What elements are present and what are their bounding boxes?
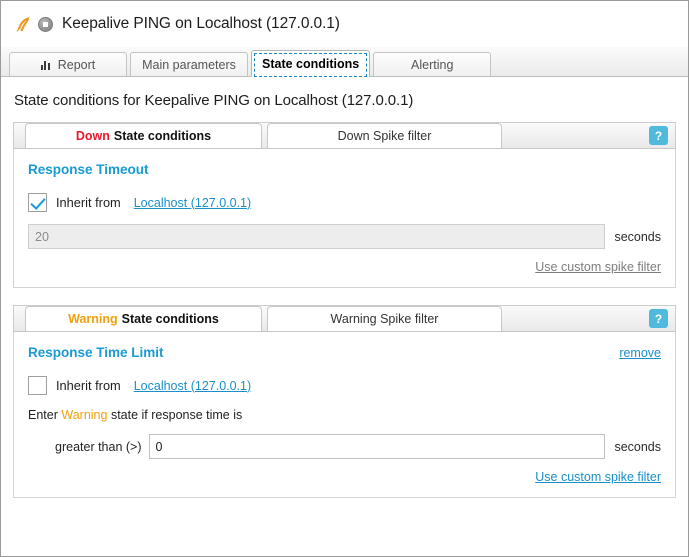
tab-state-conditions[interactable]: State conditions	[251, 50, 371, 77]
warning-inherit-row: Inherit from Localhost (127.0.0.1)	[28, 376, 661, 395]
subtab-down-spike-filter-label: Down Spike filter	[337, 129, 432, 143]
subtab-down-spike-filter[interactable]: Down Spike filter	[267, 123, 502, 148]
warning-condition-suffix: state if response time is	[110, 408, 243, 422]
warning-state-section: Warning State conditions Warning Spike f…	[13, 305, 676, 498]
warning-threshold-input[interactable]	[148, 434, 606, 459]
window-titlebar: Keepalive PING on Localhost (127.0.0.1)	[1, 1, 688, 47]
down-use-custom-spike-filter-link[interactable]: Use custom spike filter	[535, 260, 661, 274]
subtab-warning-spike-filter-label: Warning Spike filter	[330, 312, 439, 326]
down-panel-header: Response Timeout	[28, 162, 661, 177]
warning-condition-sentence: Enter Warning state if response time is	[28, 408, 661, 422]
help-button-warning[interactable]: ?	[649, 309, 668, 328]
warning-inherit-checkbox[interactable]	[28, 376, 47, 395]
application-window: Keepalive PING on Localhost (127.0.0.1) …	[0, 0, 689, 557]
tab-alerting[interactable]: Alerting	[373, 52, 492, 76]
warning-threshold-row: greater than (>) seconds	[28, 434, 661, 459]
subtab-warning-spike-filter[interactable]: Warning Spike filter	[267, 306, 502, 331]
tab-alerting-label: Alerting	[411, 57, 454, 72]
warning-spike-link-row: Use custom spike filter	[28, 468, 661, 486]
subtab-down-state-word: Down	[75, 129, 110, 143]
down-spike-link-row: Use custom spike filter	[28, 258, 661, 276]
tab-report-label: Report	[57, 57, 96, 72]
warning-condition-prefix: Enter	[28, 408, 58, 422]
down-panel-title: Response Timeout	[28, 162, 149, 177]
subtab-warning-state-word: Warning	[68, 312, 118, 326]
down-inherit-label: Inherit from	[56, 195, 121, 210]
warning-inherit-source-link[interactable]: Localhost (127.0.0.1)	[134, 379, 251, 393]
window-title: Keepalive PING on Localhost (127.0.0.1)	[62, 15, 340, 32]
down-state-section: Down State conditions Down Spike filter …	[13, 122, 676, 288]
tab-report[interactable]: Report	[9, 52, 127, 76]
subtab-down-state-conditions[interactable]: Down State conditions	[25, 123, 262, 149]
warning-threshold-unit: seconds	[614, 439, 661, 454]
down-subtabbar: Down State conditions Down Spike filter …	[13, 122, 676, 149]
down-timeout-unit: seconds	[614, 229, 661, 244]
warning-subtabbar: Warning State conditions Warning Spike f…	[13, 305, 676, 332]
down-timeout-row: seconds	[28, 224, 661, 249]
page-title: State conditions for Keepalive PING on L…	[14, 92, 414, 109]
bar-chart-icon	[40, 60, 52, 70]
stopped-circle-icon	[38, 16, 53, 32]
warning-threshold-operator-label: greater than (>)	[55, 439, 142, 454]
subtab-warning-state-conditions[interactable]: Warning State conditions	[25, 306, 262, 332]
warning-panel-header: Response Time Limit remove	[28, 345, 661, 360]
warning-remove-link[interactable]: remove	[619, 346, 661, 360]
tab-main-parameters[interactable]: Main parameters	[130, 52, 248, 76]
down-inherit-checkbox[interactable]	[28, 193, 47, 212]
warning-condition-state-word: Warning	[61, 408, 108, 422]
subtab-down-state-rest: State conditions	[113, 129, 212, 143]
page-body: State conditions for Keepalive PING on L…	[1, 77, 688, 498]
down-panel: Response Timeout Inherit from Localhost …	[13, 148, 676, 288]
tab-state-conditions-label: State conditions	[262, 56, 360, 71]
warning-panel-title: Response Time Limit	[28, 345, 164, 360]
warning-use-custom-spike-filter-link[interactable]: Use custom spike filter	[535, 470, 661, 484]
title-icon-group	[15, 16, 53, 32]
help-button-down[interactable]: ?	[649, 126, 668, 145]
down-timeout-input[interactable]	[28, 224, 606, 249]
subtab-warning-state-rest: State conditions	[121, 312, 219, 326]
down-inherit-source-link[interactable]: Localhost (127.0.0.1)	[134, 196, 251, 210]
down-inherit-row: Inherit from Localhost (127.0.0.1)	[28, 193, 661, 212]
warning-panel: Response Time Limit remove Inherit from …	[13, 331, 676, 498]
tab-main-parameters-label: Main parameters	[142, 57, 236, 72]
feather-icon	[15, 16, 31, 32]
main-tabbar: Report Main parameters State conditions …	[1, 47, 688, 77]
warning-inherit-label: Inherit from	[56, 378, 121, 393]
